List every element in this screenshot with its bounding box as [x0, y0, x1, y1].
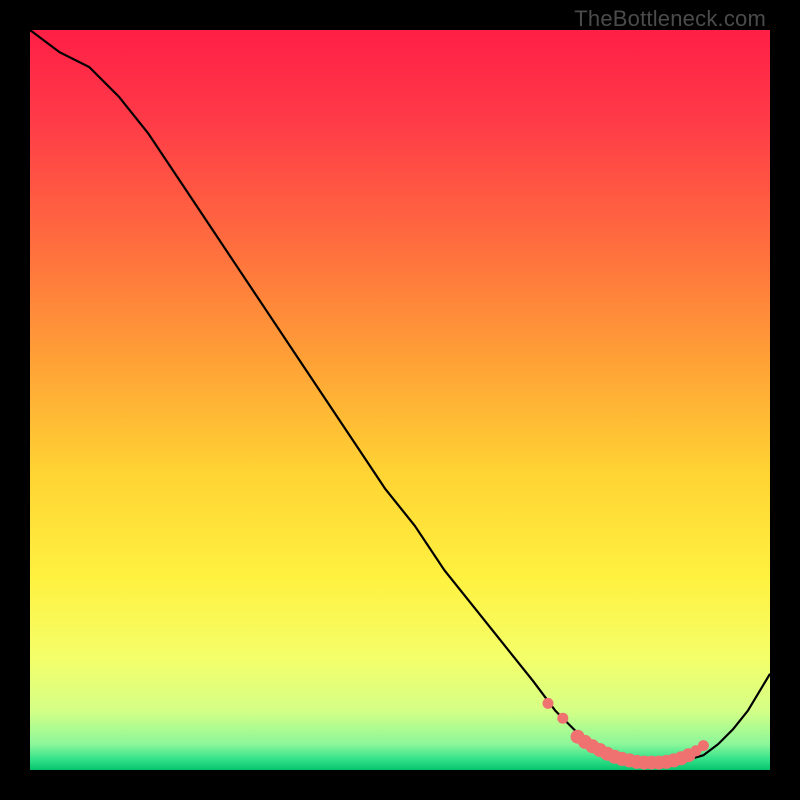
chart-svg — [30, 30, 770, 770]
chart-area — [30, 30, 770, 770]
marker-point — [543, 698, 554, 709]
watermark-text: TheBottleneck.com — [574, 6, 766, 32]
marker-point — [557, 713, 568, 724]
gradient-background — [30, 30, 770, 770]
marker-point — [698, 740, 709, 751]
